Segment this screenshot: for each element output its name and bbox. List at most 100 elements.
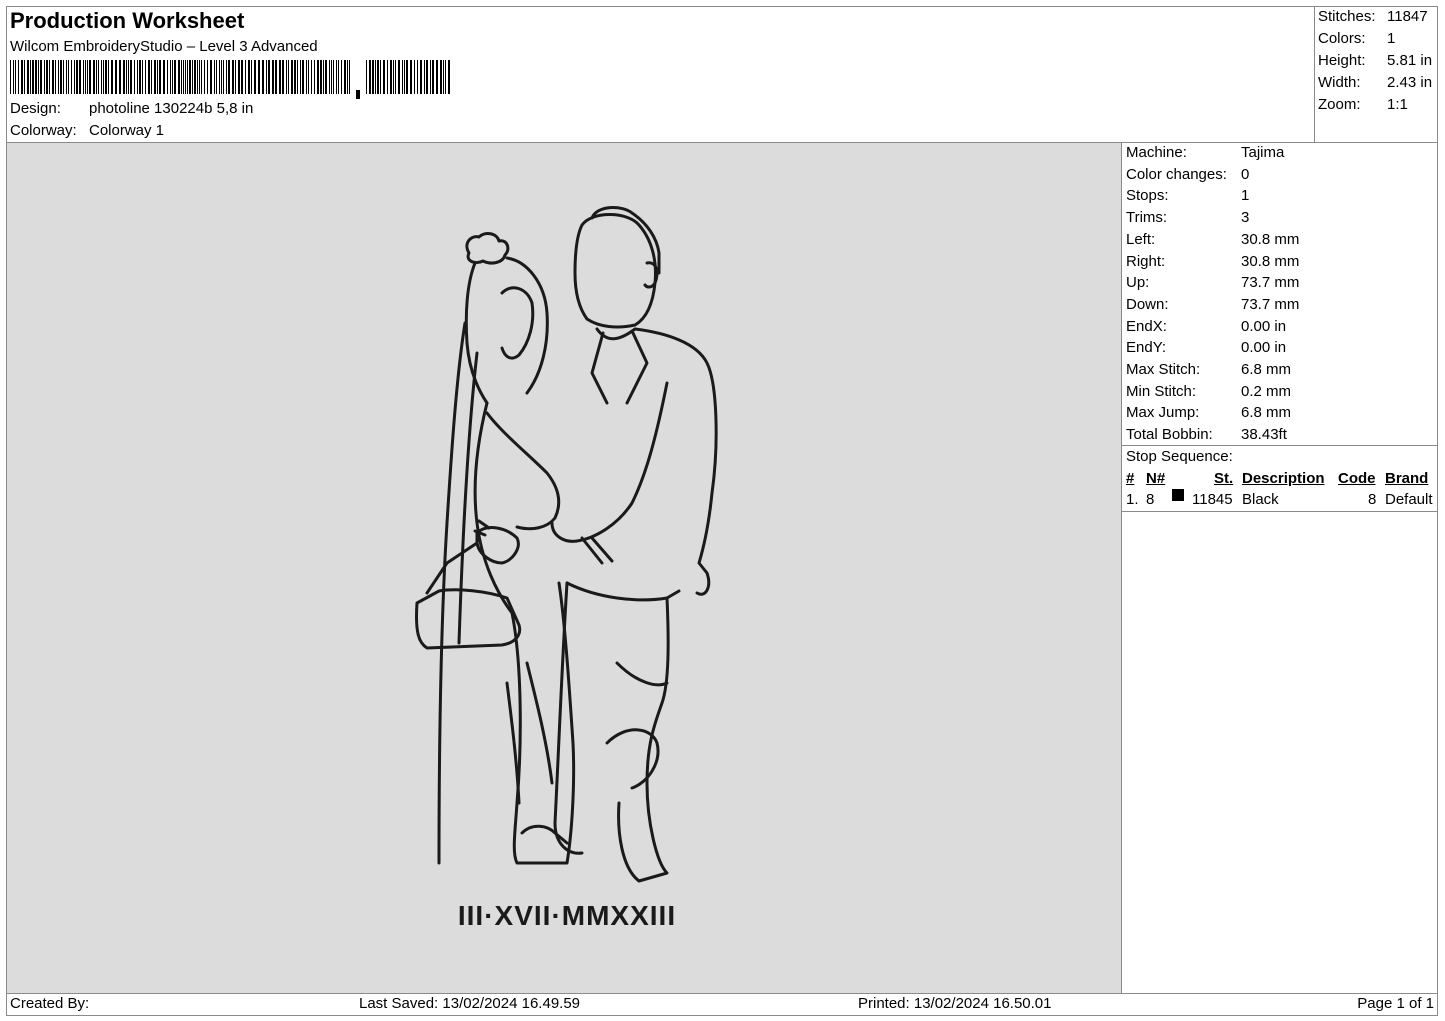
- barcode-bar: [172, 60, 173, 94]
- colors-row: Colors: 1: [1318, 30, 1395, 47]
- groom-lapel: [590, 331, 649, 405]
- stop-sequence-bottom-line: [1122, 511, 1438, 512]
- barcode-bar: [390, 60, 392, 94]
- barcode-bar: [286, 60, 287, 94]
- groom-trouser: [615, 661, 669, 687]
- colorway-row: Colorway: Colorway 1: [10, 122, 164, 139]
- width-value: 2.43 in: [1387, 74, 1433, 91]
- bride-purse: [415, 541, 522, 650]
- property-label: Trims:: [1126, 209, 1168, 227]
- properties-divider: [1122, 445, 1438, 446]
- barcode-bar: [93, 60, 95, 94]
- property-label: Stops:: [1126, 187, 1169, 205]
- barcode-bar: [279, 60, 281, 94]
- barcode-bar: [331, 60, 332, 94]
- property-row: Stops: 1: [1126, 187, 1249, 204]
- software-name: Wilcom EmbroideryStudio – Level 3 Advanc…: [10, 38, 318, 55]
- col-header-needle: N#: [1146, 470, 1166, 487]
- property-label: Color changes:: [1126, 165, 1227, 183]
- barcode-bar: [181, 60, 182, 94]
- barcode-bar: [148, 60, 150, 94]
- zoom-row: Zoom: 1:1: [1318, 96, 1408, 113]
- barcode-bar: [98, 60, 99, 94]
- barcode-bar: [406, 60, 408, 94]
- barcode-bar: [380, 60, 381, 94]
- barcode-bar: [311, 60, 312, 94]
- barcode-bar: [223, 60, 224, 94]
- barcode-bar: [448, 60, 450, 94]
- barcode-bar: [232, 60, 234, 94]
- barcode-bar: [154, 60, 156, 94]
- barcode-bar: [15, 60, 16, 94]
- barcode-bar: [89, 60, 91, 94]
- barcode-bar: [248, 60, 250, 94]
- barcode-bar: [142, 60, 143, 94]
- property-row: Color changes: 0: [1126, 166, 1249, 183]
- zoom-label: Zoom:: [1318, 96, 1361, 113]
- barcode-bar: [344, 60, 346, 94]
- barcode-bar: [46, 60, 48, 94]
- barcode-bar: [426, 60, 428, 94]
- colors-label: Colors:: [1318, 30, 1366, 47]
- row-code: 8: [1368, 491, 1377, 508]
- created-by: Created By:: [10, 995, 90, 1012]
- barcode-bar: [377, 60, 379, 94]
- barcode-bar: [174, 60, 176, 94]
- property-value: 73.7 mm: [1241, 295, 1300, 313]
- property-row: Max Stitch: 6.8 mm: [1126, 361, 1291, 378]
- barcode-bar: [199, 60, 200, 94]
- barcode-bar: [194, 60, 196, 94]
- barcode-bar: [71, 60, 72, 94]
- height-label: Height:: [1318, 52, 1366, 69]
- property-value: 6.8 mm: [1241, 361, 1292, 378]
- barcode-bar: [134, 60, 135, 94]
- stitches-value: 11847: [1387, 8, 1428, 25]
- property-row: Down: 73.7 mm: [1126, 296, 1299, 313]
- barcode-bar: [347, 60, 348, 94]
- width-row: Width: 2.43 in: [1318, 74, 1432, 91]
- col-header-brand: Brand: [1385, 470, 1429, 487]
- width-label: Width:: [1318, 74, 1361, 91]
- barcode-bar: [308, 60, 309, 94]
- property-label: EndX:: [1126, 317, 1167, 335]
- thread-color-swatch: [1172, 489, 1184, 501]
- barcode-bar: [245, 60, 246, 94]
- barcode-bar: [185, 60, 186, 94]
- barcode-bar: [189, 60, 191, 94]
- property-value: Tajima: [1241, 144, 1285, 161]
- property-label: Max Stitch:: [1126, 361, 1201, 378]
- property-row: Up: 73.7 mm: [1126, 274, 1299, 291]
- barcode-bar: [266, 60, 267, 94]
- barcode-bar: [395, 60, 396, 94]
- row-stitches: 11845: [1192, 491, 1233, 508]
- barcode-bar: [119, 60, 121, 94]
- barcode-bar: [216, 60, 217, 94]
- property-row: EndY: 0.00 in: [1126, 339, 1286, 356]
- barcode-bar: [366, 60, 367, 94]
- property-label: Up:: [1126, 274, 1150, 292]
- property-value: 6.8 mm: [1241, 404, 1292, 422]
- height-row: Height: 5.81 in: [1318, 52, 1432, 69]
- bride-bun: [465, 232, 510, 265]
- barcode-bar: [387, 60, 388, 94]
- barcode-bar: [74, 60, 75, 94]
- property-label: Left:: [1126, 230, 1156, 248]
- property-value: 0.00 in: [1241, 317, 1287, 335]
- barcode-bar: [201, 60, 202, 94]
- property-label: Machine:: [1126, 144, 1187, 161]
- barcode-bar: [258, 60, 260, 94]
- barcode-bar: [228, 60, 230, 94]
- property-value: 3: [1241, 209, 1250, 227]
- barcode-bar: [417, 60, 418, 94]
- barcode-bar: [32, 60, 34, 94]
- barcode-bar: [79, 60, 81, 94]
- barcode-bar: [87, 60, 88, 94]
- barcode-bar: [44, 60, 45, 94]
- barcode-bar: [210, 60, 212, 94]
- barcode-bar: [297, 60, 298, 94]
- colorway-value: Colorway 1: [89, 122, 165, 139]
- barcode-bar: [30, 60, 31, 94]
- barcode-bar: [325, 60, 327, 94]
- barcode-bar: [197, 60, 198, 94]
- stop-sequence-title: Stop Sequence:: [1126, 448, 1233, 465]
